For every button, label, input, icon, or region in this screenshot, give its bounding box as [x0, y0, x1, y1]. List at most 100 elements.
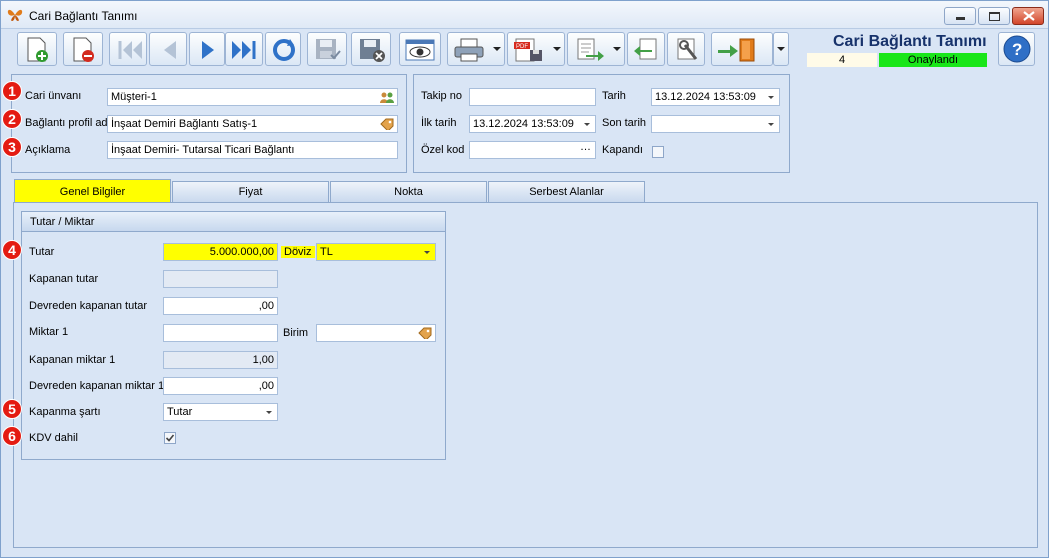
chevron-down-icon: [768, 96, 774, 99]
ilk-tarih-date-picker[interactable]: 13.12.2024 13:53:09: [469, 115, 596, 133]
next-record-icon: [202, 41, 214, 59]
tools-button[interactable]: [667, 32, 705, 66]
new-record-button[interactable]: [17, 32, 57, 66]
kapanan-miktar1-input: 1,00: [163, 351, 278, 369]
aciklama-label: Açıklama: [25, 144, 71, 156]
preview-button[interactable]: [399, 32, 441, 66]
tarih-date-picker[interactable]: 13.12.2024 13:53:09: [651, 88, 780, 106]
tab-serbest-alanlar[interactable]: Serbest Alanlar: [488, 181, 645, 202]
doviz-value: TL: [320, 246, 333, 258]
tarih-value: 13.12.2024 13:53:09: [655, 91, 756, 103]
kapanma-sarti-select[interactable]: Tutar: [163, 403, 278, 421]
delete-record-icon: [73, 37, 94, 62]
son-tarih-label: Son tarih: [602, 117, 647, 129]
cari-unvani-label: Cari ünvanı: [25, 90, 82, 102]
print-icon: [454, 38, 484, 62]
profil-input[interactable]: İnşaat Demiri Bağlantı Satış-1: [107, 115, 398, 133]
import-icon: [634, 38, 657, 60]
tag-lookup-icon: [380, 118, 394, 130]
aciklama-value: İnşaat Demiri- Tutarsal Ticari Bağlantı: [111, 144, 295, 156]
son-tarih-date-picker[interactable]: . . : :: [651, 115, 780, 133]
kapanan-miktar1-label: Kapanan miktar 1: [29, 354, 116, 366]
exit-button[interactable]: [711, 32, 773, 66]
kdv-dahil-checkbox[interactable]: [164, 432, 176, 444]
devreden-kapanan-miktar1-label: Devreden kapanan miktar 1: [29, 380, 165, 392]
close-button[interactable]: [1012, 7, 1044, 25]
pdf-export-icon: PDF: [514, 38, 542, 62]
tarih-label: Tarih: [602, 90, 626, 102]
main-window: Cari Bağlantı Tanımı PDF Cari Bağlantı T…: [0, 0, 1049, 558]
cari-unvani-input[interactable]: Müşteri-1: [107, 88, 398, 106]
status-badge: Onaylandı: [879, 53, 987, 67]
svg-text:?: ?: [1012, 40, 1022, 59]
previous-record-button[interactable]: [149, 32, 187, 66]
close-icon: [1023, 11, 1035, 21]
minimize-button[interactable]: [944, 7, 976, 25]
print-button[interactable]: [447, 32, 505, 66]
group-title: Tutar / Miktar: [22, 212, 445, 232]
tutar-label: Tutar: [29, 246, 55, 258]
ozel-kod-input[interactable]: …: [469, 141, 596, 159]
first-record-button[interactable]: [109, 32, 147, 66]
import-button[interactable]: [627, 32, 665, 66]
cancel-save-icon: [360, 39, 385, 62]
annotation-badge-3: 3: [2, 137, 22, 157]
kapanma-sarti-label: Kapanma şartı: [29, 406, 101, 418]
tab-nokta[interactable]: Nokta: [330, 181, 487, 202]
title-bar: Cari Bağlantı Tanımı: [1, 1, 1048, 29]
help-icon: ?: [1003, 35, 1031, 63]
ozel-kod-label: Özel kod: [421, 144, 465, 156]
miktar1-input[interactable]: [163, 324, 278, 342]
chevron-down-icon: [584, 123, 590, 126]
refresh-button[interactable]: [265, 32, 301, 66]
profil-label: Bağlantı profil adı: [25, 117, 111, 129]
exit-icon: [718, 38, 755, 62]
devreden-kapanan-miktar1-value: ,00: [258, 380, 274, 392]
cari-unvani-value: Müşteri-1: [111, 91, 157, 103]
kapanan-tutar-label: Kapanan tutar: [29, 273, 99, 285]
devreden-kapanan-tutar-label: Devreden kapanan tutar: [29, 300, 148, 312]
checkmark-icon: [165, 434, 175, 442]
doviz-select[interactable]: TL: [316, 243, 436, 261]
refresh-icon: [273, 39, 295, 61]
annotation-badge-4: 4: [2, 240, 22, 260]
kapandi-checkbox[interactable]: [652, 146, 664, 158]
previous-record-icon: [164, 41, 176, 59]
takip-no-input[interactable]: [469, 88, 596, 106]
preview-icon: [405, 39, 435, 61]
tutar-input[interactable]: 5.000.000,00: [163, 243, 278, 261]
kapandi-label: Kapandı: [602, 144, 643, 156]
devreden-kapanan-miktar1-input[interactable]: ,00: [163, 377, 278, 395]
chevron-down-icon: [777, 47, 785, 51]
chevron-down-icon: [424, 251, 430, 254]
maximize-button[interactable]: [978, 7, 1010, 25]
exit-dropdown-button[interactable]: [773, 32, 789, 66]
last-record-icon: [232, 41, 256, 59]
tutar-value: 5.000.000,00: [209, 246, 274, 258]
save-button[interactable]: [307, 32, 347, 66]
next-record-button[interactable]: [189, 32, 225, 66]
chevron-down-icon: [613, 47, 621, 51]
help-button[interactable]: ?: [998, 32, 1035, 66]
aciklama-input[interactable]: İnşaat Demiri- Tutarsal Ticari Bağlantı: [107, 141, 398, 159]
save-icon: [316, 39, 341, 60]
doviz-label: Döviz: [281, 246, 315, 258]
birim-input[interactable]: [316, 324, 436, 342]
takip-no-label: Takip no: [421, 90, 462, 102]
chevron-down-icon: [768, 123, 774, 126]
chevron-down-icon: [266, 411, 272, 414]
tools-icon: [677, 38, 698, 60]
delete-record-button[interactable]: [63, 32, 103, 66]
pdf-export-button[interactable]: PDF: [507, 32, 565, 66]
devreden-kapanan-tutar-input[interactable]: ,00: [163, 297, 278, 315]
annotation-badge-1: 1: [2, 81, 22, 101]
last-record-button[interactable]: [225, 32, 263, 66]
kapanma-sarti-value: Tutar: [167, 406, 193, 418]
svg-text:PDF: PDF: [516, 44, 528, 50]
tab-fiyat[interactable]: Fiyat: [172, 181, 329, 202]
tab-genel-bilgiler[interactable]: Genel Bilgiler: [14, 179, 171, 203]
export-icon: [577, 38, 604, 61]
export-button[interactable]: [567, 32, 625, 66]
cancel-save-button[interactable]: [351, 32, 391, 66]
minimize-icon: [956, 17, 965, 20]
